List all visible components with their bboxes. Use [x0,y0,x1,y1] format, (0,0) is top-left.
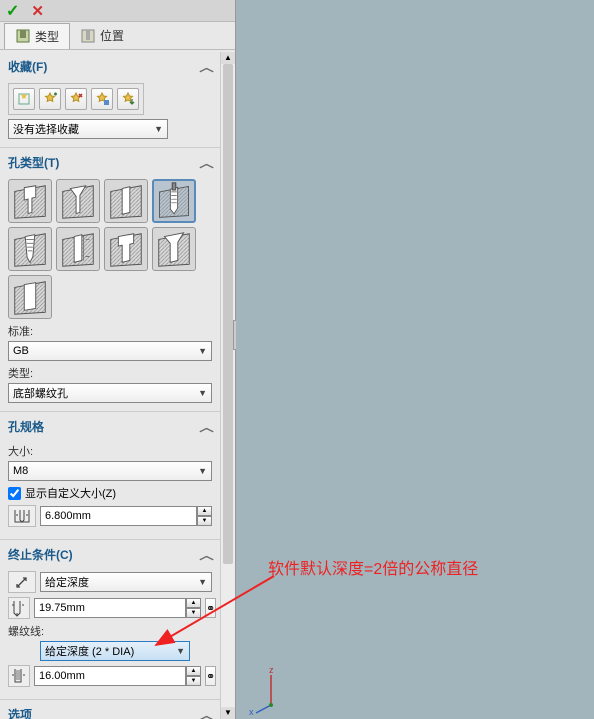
type-label: 类型: [8,365,212,381]
chevron-up-icon: ︿ [199,707,213,719]
chevron-down-icon: ▼ [198,466,207,476]
spin-down[interactable]: ▼ [186,608,201,618]
size-dropdown[interactable]: M8 ▼ [8,461,212,481]
thread-depth-input[interactable] [34,666,186,686]
tab-type[interactable]: 类型 [4,23,70,49]
section-options: 选项 ︿ [0,700,220,719]
scroll-down[interactable]: ▼ [221,707,235,719]
cancel-icon[interactable]: ✕ [31,2,44,20]
diameter-field[interactable]: ▲▼ [40,506,212,526]
tab-position-label: 位置 [100,27,124,44]
holetype-header[interactable]: 孔类型(T) ︿ [8,152,212,175]
spin-up[interactable]: ▲ [186,666,201,676]
hole-type-counterbore[interactable] [8,179,52,223]
svg-text:x: x [249,707,254,715]
thread-mode-dropdown[interactable]: 给定深度 (2 * DIA) ▼ [40,641,190,661]
depth-mode-dropdown[interactable]: 给定深度 ▼ [40,572,212,592]
hole-type-cbore-slot[interactable] [104,227,148,271]
chevron-down-icon: ▼ [176,646,185,656]
fav-add-button[interactable] [39,88,61,110]
depth-field[interactable]: ▲▼ [34,598,201,618]
hole-type-tapered-tap[interactable] [8,227,52,271]
tabs-row: 类型 位置 [0,22,235,50]
chevron-up-icon: ︿ [199,547,213,563]
scroll-up[interactable]: ▲ [221,52,235,64]
fav-manage-button[interactable] [13,88,35,110]
hole-type-grid [8,179,212,319]
type-tab-icon [15,28,31,44]
hole-type-csink-slot[interactable] [152,227,196,271]
spin-down[interactable]: ▼ [186,676,201,686]
section-hole-type: 孔类型(T) ︿ 标准: GB ▼ 类型: 底部螺纹孔 [0,148,220,412]
chevron-up-icon: ︿ [199,155,213,171]
annotation-text: 软件默认深度=2倍的公称直径 [268,555,478,579]
standard-label: 标准: [8,323,212,339]
custom-size-checkbox-row[interactable]: 显示自定义大小(Z) [8,485,212,501]
favorites-dropdown[interactable]: 没有选择收藏 ▼ [8,119,168,139]
scroll-thumb[interactable] [223,64,233,564]
confirm-bar: ✓ ✕ [0,0,235,22]
chevron-down-icon: ▼ [198,577,207,587]
section-end-condition: 终止条件(C) ︿ 给定深度 ▼ ▲▼ ⚭ 螺纹线: 给定深度 ( [0,540,220,700]
size-label: 大小: [8,443,212,459]
chevron-up-icon: ︿ [199,59,213,75]
standard-dropdown[interactable]: GB ▼ [8,341,212,361]
diameter-input[interactable] [40,506,197,526]
thread-label: 螺纹线: [8,623,212,639]
chevron-up-icon: ︿ [199,419,213,435]
options-header[interactable]: 选项 ︿ [8,704,212,719]
spin-down[interactable]: ▼ [197,516,212,526]
viewport-3d[interactable]: 软件默认深度=2倍的公称直径 z x [236,0,594,719]
drill-depth-icon [8,597,30,619]
fav-load-button[interactable] [117,88,139,110]
fav-delete-button[interactable] [65,88,87,110]
endcond-header[interactable]: 终止条件(C) ︿ [8,544,212,567]
hole-type-slot[interactable] [8,275,52,319]
depth-input[interactable] [34,598,186,618]
depth-link-button[interactable]: ⚭ [205,598,216,618]
tab-type-label: 类型 [35,28,59,45]
svg-text:z: z [269,665,274,675]
thread-depth-icon [8,665,30,687]
thread-link-button[interactable]: ⚭ [205,666,216,686]
custom-size-checkbox[interactable] [8,487,21,500]
hole-type-straight-tap[interactable] [152,179,196,223]
hole-type-hole[interactable] [104,179,148,223]
fav-save-button[interactable] [91,88,113,110]
spin-up[interactable]: ▲ [186,598,201,608]
reverse-direction-icon[interactable] [8,571,36,593]
panel-scrollbar[interactable]: ▲ ▼ [220,52,235,719]
property-panel: ✓ ✕ 类型 位置 收藏(F) ︿ [0,0,236,719]
thread-depth-field[interactable]: ▲▼ [34,666,201,686]
hole-type-legacy[interactable] [56,227,100,271]
type-dropdown[interactable]: 底部螺纹孔 ▼ [8,383,212,403]
section-hole-spec: 孔规格 ︿ 大小: M8 ▼ 显示自定义大小(Z) ▲▼ [0,412,220,540]
chevron-down-icon: ▼ [198,346,207,356]
chevron-down-icon: ▼ [198,388,207,398]
diameter-icon [8,505,36,527]
position-tab-icon [80,28,96,44]
section-favorites: 收藏(F) ︿ 没有选择收藏 ▼ [0,52,220,148]
chevron-down-icon: ▼ [154,124,163,134]
holespec-header[interactable]: 孔规格 ︿ [8,416,212,439]
favorites-header[interactable]: 收藏(F) ︿ [8,56,212,79]
view-triad: z x [246,665,296,715]
tab-position[interactable]: 位置 [70,23,134,48]
spin-up[interactable]: ▲ [197,506,212,516]
hole-type-countersink[interactable] [56,179,100,223]
ok-icon[interactable]: ✓ [6,1,19,21]
